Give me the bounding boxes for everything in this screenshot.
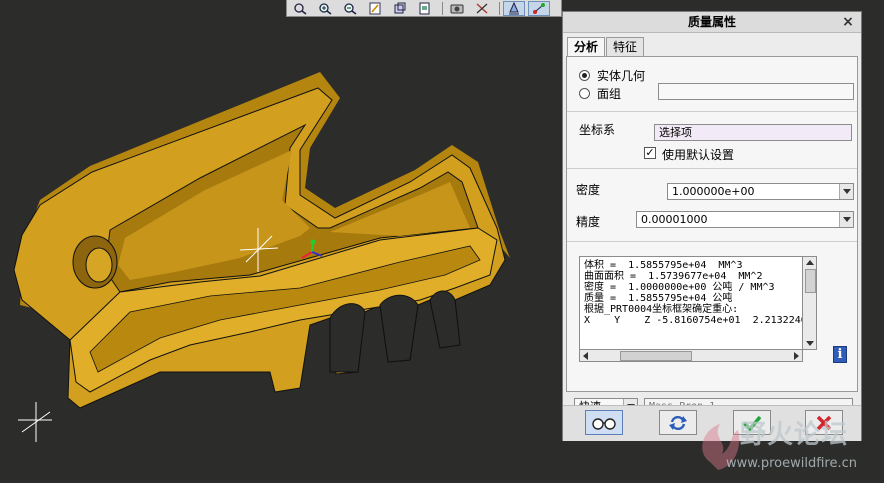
scroll-down-icon[interactable] [806, 341, 814, 346]
dialog-action-bar [563, 405, 861, 441]
scroll-thumb[interactable] [805, 269, 816, 293]
accuracy-label: 精度 [576, 215, 601, 229]
dialog-title-bar[interactable]: 质量属性 × [563, 12, 861, 33]
mass-properties-dialog: 质量属性 × 分析 特征 实体几何 面组 坐标系 选择项 ✓ 使用默认设置 密度… [562, 11, 862, 441]
info-icon[interactable]: i [833, 346, 847, 363]
spin-center-icon[interactable] [528, 0, 550, 16]
datum-display-icon[interactable] [471, 1, 493, 16]
result-line: 根据_PRT0004坐标框架确定重心: [584, 304, 739, 315]
quilt-option[interactable]: 面组 [579, 85, 621, 102]
result-line: X Y Z -5.8160754e+01 2.2132240 [584, 315, 803, 326]
dialog-title: 质量属性 [687, 15, 736, 29]
zoom-in-icon[interactable] [314, 1, 336, 16]
preview-button[interactable] [585, 410, 623, 435]
preview-glasses-icon [592, 417, 616, 430]
annotation-display-icon[interactable] [503, 0, 525, 16]
cancel-button[interactable] [805, 410, 843, 435]
ok-button[interactable] [733, 410, 771, 435]
display-style-icon[interactable] [389, 1, 411, 16]
use-default-checkbox[interactable]: ✓ [644, 147, 656, 159]
results-horizontal-scrollbar[interactable] [579, 350, 803, 362]
accuracy-value: 0.00001000 [641, 213, 708, 226]
section-divider [567, 241, 857, 242]
saved-views-icon[interactable] [446, 1, 468, 16]
chevron-down-icon[interactable] [839, 212, 853, 227]
toolbar-separator [499, 1, 500, 15]
repeat-icon [669, 415, 687, 430]
result-line: 密度 = 1.0000000e+00 公吨 / MM^3 [584, 282, 775, 293]
analysis-panel: 实体几何 面组 坐标系 选择项 ✓ 使用默认设置 密度 1.000000e+00… [566, 56, 858, 392]
density-value: 1.000000e+00 [672, 185, 755, 198]
scroll-left-icon[interactable] [583, 352, 588, 360]
section-divider [567, 168, 857, 169]
repeat-button[interactable] [659, 410, 697, 435]
view-manager-icon[interactable] [414, 1, 436, 16]
results-text-area[interactable]: 体积 = 1.5855795e+04 MM^3 曲面面积 = 1.5739677e… [579, 256, 803, 350]
scroll-right-icon[interactable] [794, 352, 799, 360]
scroll-up-icon[interactable] [806, 260, 814, 265]
solid-geometry-radio[interactable] [579, 70, 590, 81]
results-vertical-scrollbar[interactable] [803, 256, 817, 350]
use-default-label: 使用默认设置 [662, 148, 735, 162]
result-line: 曲面面积 = 1.5739677e+04 MM^2 [584, 271, 763, 282]
scroll-thumb[interactable] [620, 351, 692, 361]
repaint-icon[interactable] [364, 1, 386, 16]
cancel-x-icon [816, 415, 832, 430]
zoom-fit-icon[interactable] [289, 1, 311, 16]
quilt-radio[interactable] [579, 88, 590, 99]
section-divider [567, 111, 857, 112]
solid-geometry-label: 实体几何 [597, 69, 646, 83]
density-label: 密度 [576, 183, 601, 197]
chevron-down-icon[interactable] [839, 184, 853, 199]
solid-geometry-option[interactable]: 实体几何 [579, 67, 645, 84]
zoom-out-icon[interactable] [339, 1, 361, 16]
accuracy-dropdown[interactable]: 0.00001000 [636, 211, 854, 228]
dialog-tabs: 分析 特征 [567, 37, 645, 57]
csys-label: 坐标系 [579, 123, 616, 137]
quilt-label: 面组 [597, 87, 622, 101]
tab-analysis[interactable]: 分析 [567, 37, 606, 57]
ok-check-icon [742, 415, 762, 432]
view-toolbar [286, 0, 562, 17]
toolbar-separator [442, 1, 443, 15]
csys-select-field[interactable]: 选择项 [654, 124, 852, 141]
result-line: 体积 = 1.5855795e+04 MM^3 [584, 260, 743, 271]
density-dropdown[interactable]: 1.000000e+00 [667, 183, 854, 200]
tab-feature[interactable]: 特征 [606, 37, 645, 56]
quilt-select-field[interactable] [658, 83, 854, 100]
result-line: 质量 = 1.5855795e+04 公吨 [584, 293, 733, 304]
close-icon[interactable]: × [841, 12, 855, 32]
